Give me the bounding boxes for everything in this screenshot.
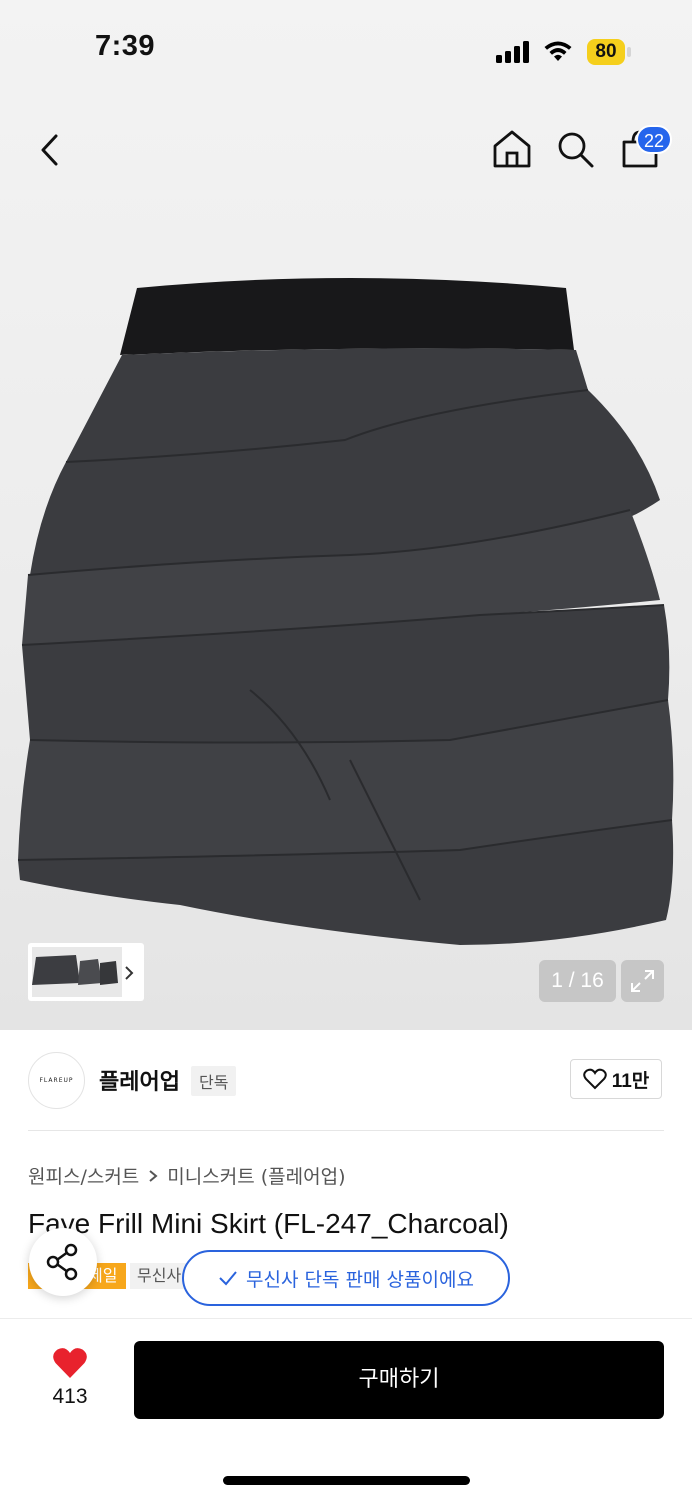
exclusive-toast: 무신사 단독 판매 상품이에요 — [182, 1250, 510, 1306]
breadcrumb-subcategory[interactable]: 미니스커트 (플레어업) — [167, 1162, 345, 1189]
share-icon — [46, 1243, 78, 1281]
back-icon[interactable] — [36, 132, 64, 168]
search-icon[interactable] — [556, 130, 596, 170]
brand-name[interactable]: 플레어업 — [99, 1064, 180, 1096]
expand-icon — [631, 970, 654, 992]
heart-filled-icon[interactable] — [52, 1346, 88, 1380]
battery-nub — [627, 47, 631, 57]
heart-outline-icon — [582, 1068, 607, 1090]
home-icon[interactable] — [491, 128, 533, 170]
breadcrumb: 원피스/스커트 미니스커트 (플레어업) — [28, 1162, 345, 1189]
status-time: 7:39 — [95, 30, 156, 62]
wish-count: 413 — [52, 1385, 88, 1408]
chevron-right-icon — [149, 1169, 158, 1182]
battery-indicator: 80 — [587, 39, 625, 65]
brand-logo[interactable]: FLAREUP — [28, 1052, 85, 1109]
toast-text: 무신사 단독 판매 상품이에요 — [246, 1268, 474, 1291]
brand-like-button[interactable]: 11만 — [570, 1059, 662, 1099]
brand-like-count: 11만 — [611, 1070, 650, 1092]
gallery-page-indicator: 1 / 16 — [539, 960, 616, 1002]
bottom-bar-divider — [0, 1318, 692, 1319]
signal-icon — [496, 41, 529, 63]
breadcrumb-category[interactable]: 원피스/스커트 — [28, 1162, 139, 1189]
share-button[interactable] — [29, 1228, 97, 1296]
wifi-icon — [544, 41, 572, 61]
divider — [28, 1130, 664, 1131]
expand-button[interactable] — [621, 960, 664, 1002]
product-title: Faye Frill Mini Skirt (FL-247_Charcoal) — [28, 1208, 509, 1239]
thumbnail-strip[interactable] — [28, 943, 144, 1001]
cart-count-badge: 22 — [636, 125, 672, 154]
musinsa-tag: 무신사 — [130, 1263, 190, 1289]
buy-button[interactable]: 구매하기 — [134, 1341, 664, 1419]
thumbnail-image — [32, 947, 134, 997]
exclusive-tag: 단독 — [191, 1066, 237, 1096]
home-indicator — [223, 1476, 470, 1485]
check-icon — [219, 1271, 237, 1286]
